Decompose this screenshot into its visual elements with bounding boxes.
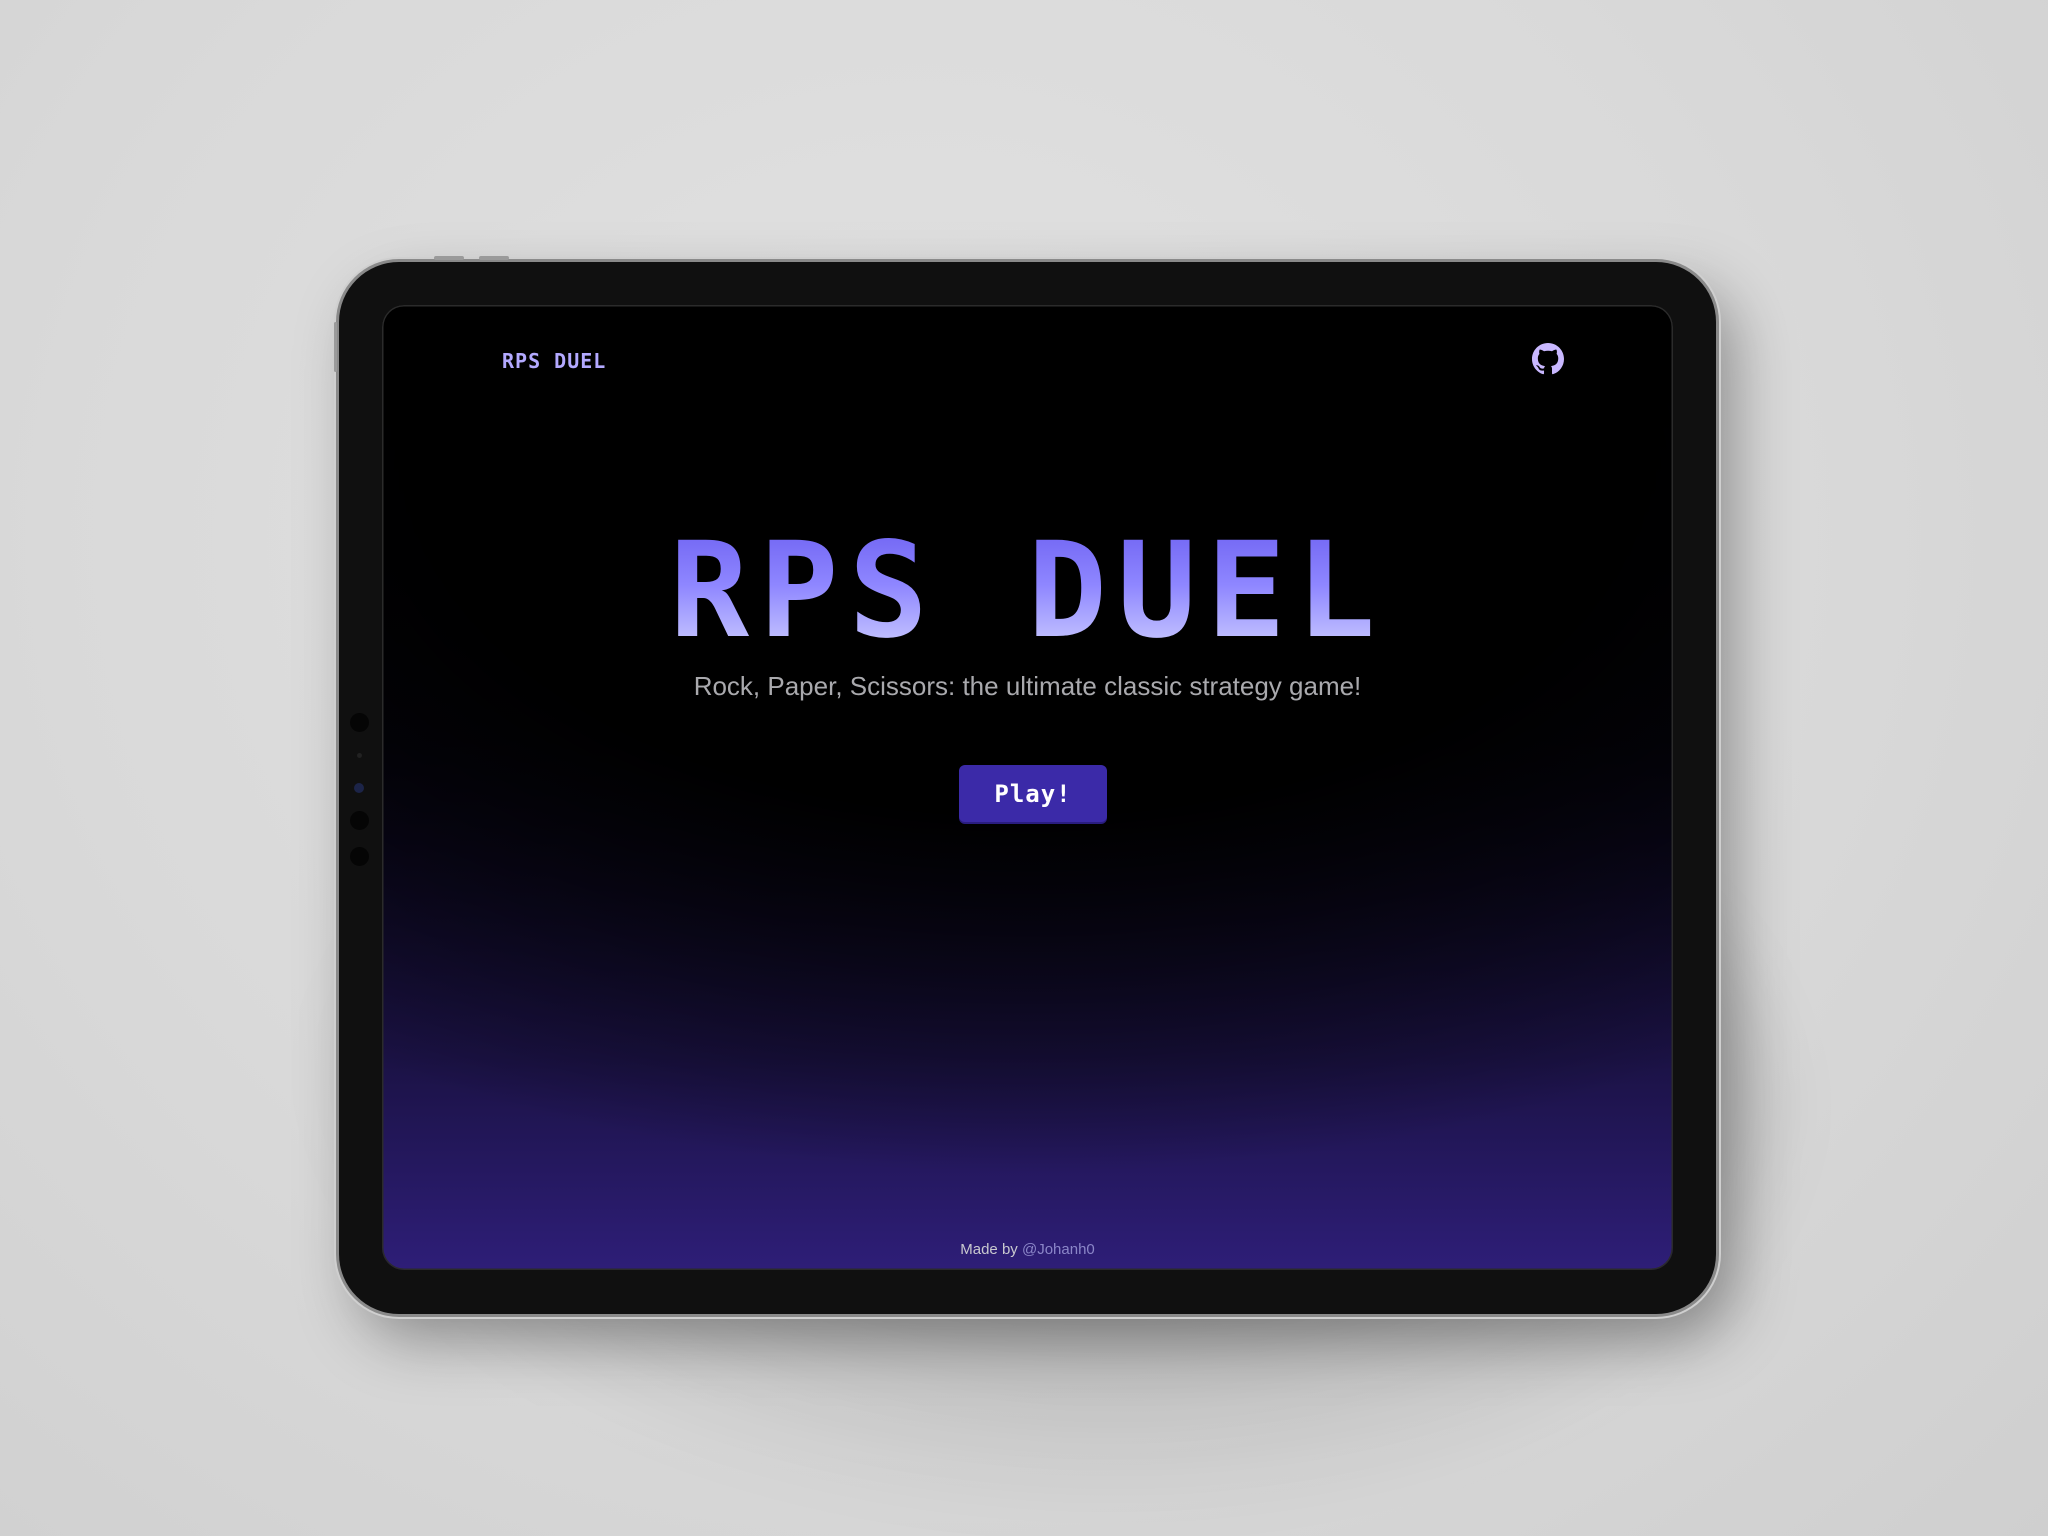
footer-prefix: Made by [960,1241,1018,1258]
side-button [334,322,337,372]
camera-dot [350,811,369,830]
play-button[interactable]: Play! [959,765,1107,822]
hero-subtitle: Rock, Paper, Scissors: the ultimate clas… [693,671,1362,701]
brand-logo[interactable]: RPS DUEL [502,349,606,373]
tablet-frame: RPS DUEL RPS DUEL Rock, Paper, Scissors:… [334,256,1716,1314]
camera-dot [350,713,369,732]
top-button [434,256,464,260]
app-screen: RPS DUEL RPS DUEL Rock, Paper, Scissors:… [382,305,1673,1270]
top-button [479,256,509,260]
author-link[interactable]: @Johanh0 [1022,1241,1095,1258]
camera-dot [357,753,362,758]
footer: Made by @Johanh0 [382,1241,1673,1258]
camera-lens [354,783,364,793]
github-icon[interactable] [1532,343,1564,375]
hero-title: RPS DUEL [382,525,1673,657]
camera-dot [350,847,369,866]
